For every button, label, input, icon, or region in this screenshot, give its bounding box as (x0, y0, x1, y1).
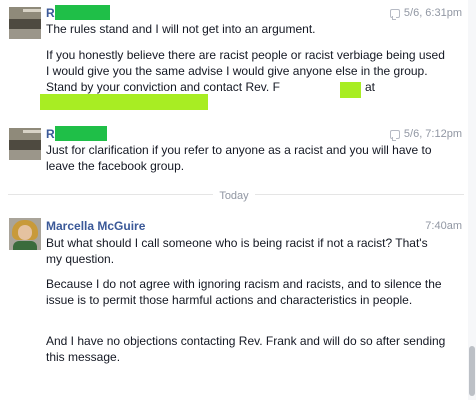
message-text: And I have no objections contacting Rev.… (46, 334, 446, 364)
message-meta: 7:40am (425, 220, 462, 232)
author-name[interactable]: R (46, 6, 55, 20)
avatar[interactable] (9, 218, 41, 250)
redacted-name (55, 126, 107, 141)
author-name[interactable]: Marcella McGuire (46, 219, 145, 233)
redacted-name (340, 82, 361, 98)
message-text: The rules stand and I will not get into … (46, 22, 316, 36)
date-divider-label: Today (213, 190, 255, 202)
timestamp: 7:40am (425, 220, 462, 232)
author-name[interactable]: R (46, 127, 55, 141)
redacted-name (55, 5, 110, 20)
avatar[interactable] (9, 7, 41, 39)
timestamp: 5/6, 7:12pm (403, 128, 462, 140)
date-divider: Today (0, 188, 468, 202)
message-text: at (365, 80, 376, 94)
message-meta: 5/6, 6:31pm (389, 7, 462, 20)
avatar[interactable] (9, 128, 41, 160)
message-meta: 5/6, 7:12pm (389, 128, 462, 141)
message-text: Because I do not agree with ignoring rac… (46, 277, 442, 307)
message-text: But what should I call someone who is be… (46, 236, 428, 266)
scrollbar[interactable] (468, 0, 476, 400)
scrollbar-thumb[interactable] (469, 346, 475, 396)
chat-bubble-icon (389, 8, 400, 20)
message-text: Just for clarification if you refer to a… (46, 143, 432, 173)
timestamp: 5/6, 6:31pm (403, 7, 462, 19)
chat-bubble-icon (389, 129, 400, 141)
message-thread: R 5/6, 6:31pm The rules stand and I will… (0, 0, 468, 400)
redacted-contact (40, 94, 208, 110)
